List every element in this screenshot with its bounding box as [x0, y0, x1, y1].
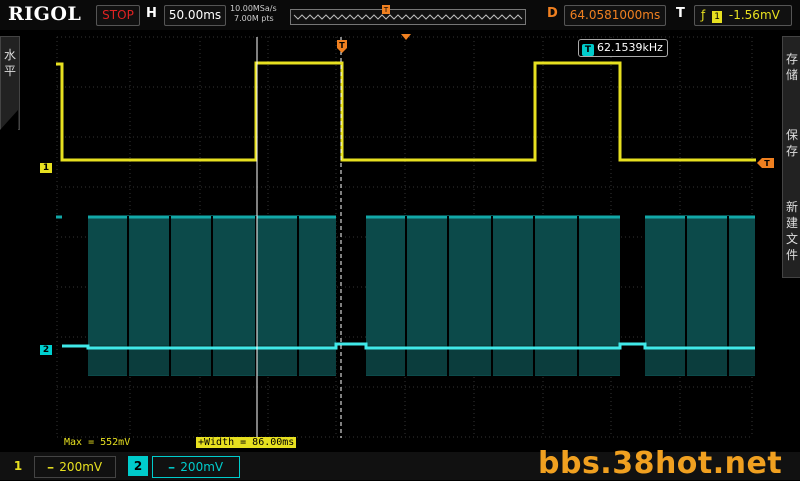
memory-overview-bar[interactable]: T	[290, 3, 526, 25]
ch2-settings[interactable]: ━ 200mV	[152, 456, 240, 478]
measurement-width: +Width = 86.00ms	[196, 437, 297, 448]
memory-depth: 7.00M pts	[234, 14, 274, 23]
acquisition-info: 10.00MSa/s 7.00M pts	[230, 4, 277, 24]
horizontal-label: H	[146, 6, 157, 21]
trigger-level: -1.56mV	[728, 8, 780, 22]
trigger-label: T	[676, 6, 685, 21]
timebase-value[interactable]: 50.00ms	[164, 5, 226, 26]
ch1-waveform	[56, 61, 756, 162]
ch1-ground-marker[interactable]: 1	[40, 163, 52, 173]
run-stop-status[interactable]: STOP	[96, 5, 140, 26]
ch1-scale: 200mV	[59, 460, 103, 474]
frequency-trigger-badge: T	[582, 44, 594, 56]
frequency-counter: T 62.1539kHz	[578, 39, 668, 57]
ch2-scale: 200mV	[180, 460, 224, 474]
watermark: bbs.38hot.net	[538, 446, 783, 481]
waveform-display[interactable]: T T	[0, 30, 800, 452]
frequency-value: 62.1539kHz	[597, 41, 663, 54]
svg-text:T: T	[764, 159, 770, 168]
dc-coupling-icon: ━	[168, 464, 175, 474]
sample-rate: 10.00MSa/s	[230, 4, 277, 13]
trigger-source-badge: 1	[712, 11, 723, 23]
edge-trigger-icon: ƒ	[701, 8, 706, 22]
delay-value[interactable]: 64.0581000ms	[564, 5, 666, 26]
ch1-button[interactable]: 1	[8, 456, 28, 476]
delay-label: D	[547, 6, 558, 21]
ch2-button[interactable]: 2	[128, 456, 148, 476]
svg-text:T: T	[339, 41, 345, 50]
ch2-ground-marker[interactable]: 2	[40, 345, 52, 355]
ch1-settings[interactable]: ━ 200mV	[34, 456, 116, 478]
ch2-waveform	[56, 215, 755, 376]
dc-coupling-icon: ━	[47, 464, 54, 474]
rigol-logo: RIGOL	[8, 3, 82, 25]
trigger-settings[interactable]: ƒ 1 -1.56mV	[694, 5, 792, 26]
measurement-max: Max = 552mV	[64, 437, 131, 448]
svg-text:T: T	[383, 6, 389, 14]
